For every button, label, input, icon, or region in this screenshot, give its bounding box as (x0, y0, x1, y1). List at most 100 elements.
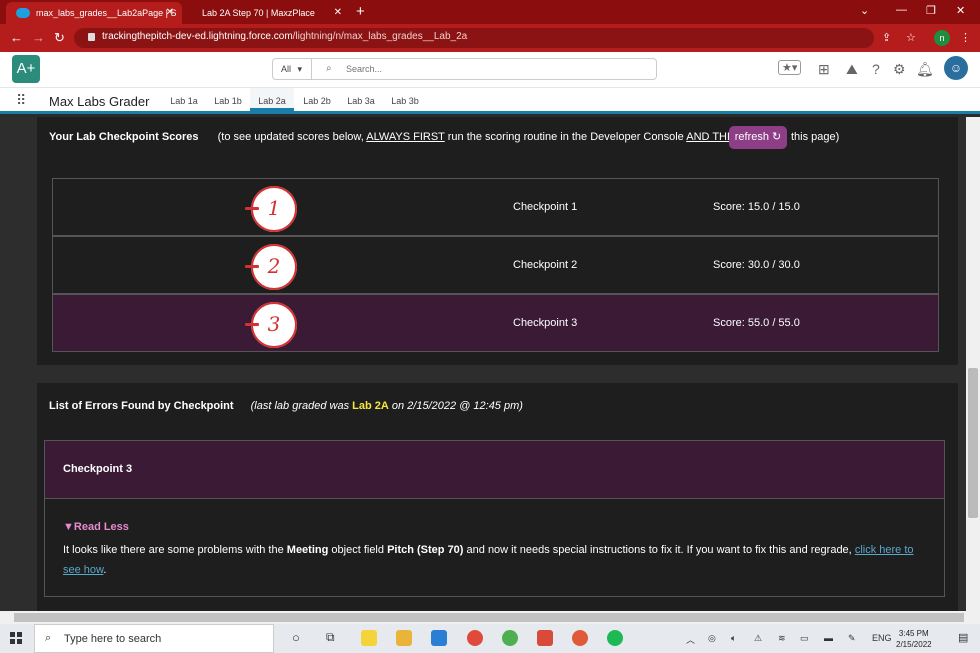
error-field-name: Pitch (Step 70) (387, 544, 464, 556)
file-explorer-icon[interactable] (396, 630, 412, 646)
notifications-icon[interactable]: ▤ (958, 631, 968, 644)
app-logo[interactable]: A+ (12, 55, 40, 83)
scores-note-always-first: ALWAYS FIRST (366, 131, 445, 143)
wifi-icon[interactable]: ≋ (778, 633, 786, 644)
taskbar-search[interactable]: ⌕ Type here to search (34, 624, 274, 653)
checkpoint-banner: Checkpoint 3 (45, 441, 944, 499)
salesforce-cloud-icon (16, 8, 30, 18)
clock-time: 3:45 PM (898, 629, 929, 638)
read-less-toggle[interactable]: ▼Read Less (63, 521, 129, 533)
checkpoint-badge: 1 (245, 186, 297, 232)
last-lab-name: Lab 2A (352, 400, 389, 412)
vertical-scrollbar-thumb[interactable] (968, 368, 978, 518)
scores-note-suffix: this page) (791, 131, 840, 143)
global-header: A+ All ▾ ⌕ ★▾ ⊞ ⛰ ? ⚙ 🔔︎ ☺ (0, 52, 980, 88)
back-icon[interactable]: ← (10, 30, 23, 45)
error-text-end: . (103, 564, 107, 576)
task-view-icon[interactable]: ⧉ (326, 630, 335, 645)
checkpoint-heading: Checkpoint 3 (63, 463, 133, 475)
clock-date: 2/15/2022 (896, 640, 932, 649)
help-icon[interactable]: ? (872, 61, 880, 77)
favorites-star-icon[interactable]: ★▾ (778, 60, 802, 75)
error-text-part: object field (331, 544, 384, 556)
app-icon[interactable] (537, 630, 553, 646)
pen-icon[interactable]: ✎ (848, 633, 856, 644)
chrome-icon[interactable] (467, 630, 483, 646)
setup-gear-icon[interactable]: ⚙ (893, 61, 906, 78)
checkpoint-number: 2 (251, 244, 297, 290)
windows-start-icon[interactable] (10, 632, 22, 644)
search-input[interactable] (346, 62, 646, 76)
tab-lab-2b[interactable]: Lab 2b (295, 88, 339, 111)
search-scope-value: All (281, 64, 292, 74)
tab-title: max_labs_grades__Lab2aPage | S (36, 8, 177, 18)
volume-icon[interactable]: 🔈︎ (731, 633, 736, 644)
tray-chevron-icon[interactable]: ︿ (686, 633, 695, 646)
horizontal-scrollbar-thumb[interactable] (14, 613, 964, 622)
checkpoint-label: Checkpoint 2 (513, 259, 578, 271)
spotify-icon[interactable] (607, 630, 623, 646)
checkpoint-score: Score: 15.0 / 15.0 (713, 201, 800, 213)
mail-icon[interactable] (431, 630, 447, 646)
app-launcher-icon[interactable]: ⠿ (16, 92, 26, 109)
url-text[interactable]: trackingthepitch-dev-ed.lightning.force.… (102, 31, 467, 42)
minimize-icon[interactable]: — (896, 4, 907, 16)
checkpoint-number: 1 (251, 186, 297, 232)
close-window-icon[interactable]: ✕ (956, 4, 965, 17)
close-tab-icon[interactable]: ✕ (166, 7, 174, 18)
tab-lab-1a[interactable]: Lab 1a (162, 88, 206, 111)
tab-search-chevron-icon[interactable]: ⌄ (860, 4, 869, 17)
forward-icon[interactable]: → (32, 30, 45, 45)
profile-avatar[interactable]: n (934, 30, 950, 46)
notifications-bell-icon[interactable]: 🔔︎ (916, 61, 934, 78)
global-search[interactable]: ⌕ (312, 58, 657, 80)
scores-card-header: Your Lab Checkpoint Scores (to see updat… (49, 131, 742, 143)
checkpoint-badge: 2 (245, 244, 297, 290)
chrome-menu-icon[interactable]: ⋮ (960, 31, 971, 44)
battery-icon[interactable]: ▬ (824, 633, 833, 643)
user-avatar[interactable]: ☺ (944, 56, 968, 80)
tab-title: Lab 2A Step 70 | MaxzPlace (202, 8, 315, 18)
language-indicator[interactable]: ENG (872, 633, 892, 643)
cortana-icon[interactable]: ○ (292, 630, 300, 645)
search-scope-select[interactable]: All ▾ (272, 58, 312, 80)
error-message: It looks like there are some problems wi… (63, 540, 933, 580)
lock-icon[interactable] (88, 33, 95, 41)
address-bar-row: ← → ↻ trackingthepitch-dev-ed.lightning.… (0, 24, 980, 52)
tab-lab-2a[interactable]: Lab 2a (250, 88, 294, 111)
app-navigation: ⠿ Max Labs Grader Lab 1a Lab 1b Lab 2a L… (0, 88, 980, 114)
browser-tab-active[interactable]: max_labs_grades__Lab2aPage | S ✕ (6, 2, 182, 24)
vertical-scrollbar[interactable] (966, 117, 980, 611)
error-text-part: and now it needs special instructions to… (466, 544, 852, 556)
last-graded-prefix: (last lab graded was (250, 400, 350, 412)
close-tab-icon[interactable]: ✕ (334, 7, 342, 18)
restore-icon[interactable]: ❐ (926, 4, 936, 17)
checkpoint-score: Score: 30.0 / 30.0 (713, 259, 800, 271)
tab-lab-3b[interactable]: Lab 3b (383, 88, 427, 111)
error-object-name: Meeting (286, 544, 329, 556)
system-clock[interactable]: 3:45 PM 2/15/2022 (896, 628, 932, 650)
chrome-profile-icon[interactable] (502, 630, 518, 646)
meet-now-icon[interactable]: ◎ (708, 633, 716, 644)
new-tab-icon[interactable]: + (356, 3, 365, 20)
global-actions-plus-icon[interactable]: ⊞ (818, 61, 830, 78)
network-alert-icon[interactable]: ⚠ (754, 633, 762, 644)
browser-tab-strip: max_labs_grades__Lab2aPage | S ✕ Lab 2A … (0, 0, 980, 24)
bookmark-star-icon[interactable]: ☆ (906, 31, 916, 44)
trailhead-icon[interactable]: ⛰ (846, 61, 858, 78)
tab-lab-1b[interactable]: Lab 1b (206, 88, 250, 111)
search-icon: ⌕ (45, 632, 52, 644)
sticky-notes-icon[interactable] (361, 630, 377, 646)
chrome-alt-icon[interactable] (572, 630, 588, 646)
browser-tab-inactive[interactable]: Lab 2A Step 70 | MaxzPlace ✕ (186, 2, 350, 24)
checkpoint-number: 3 (251, 302, 297, 348)
refresh-button[interactable]: refresh ↻ (729, 126, 787, 149)
table-row: 1 Checkpoint 1 Score: 15.0 / 15.0 (52, 178, 939, 236)
search-icon: ⌕ (326, 63, 332, 74)
errors-card-header: List of Errors Found by Checkpoint (last… (49, 400, 523, 412)
reload-icon[interactable]: ↻ (54, 30, 65, 46)
checkpoint-label: Checkpoint 1 (513, 201, 578, 213)
share-icon[interactable]: ⇪ (882, 31, 891, 44)
tab-lab-3a[interactable]: Lab 3a (339, 88, 383, 111)
display-icon[interactable]: ▭ (800, 633, 809, 644)
